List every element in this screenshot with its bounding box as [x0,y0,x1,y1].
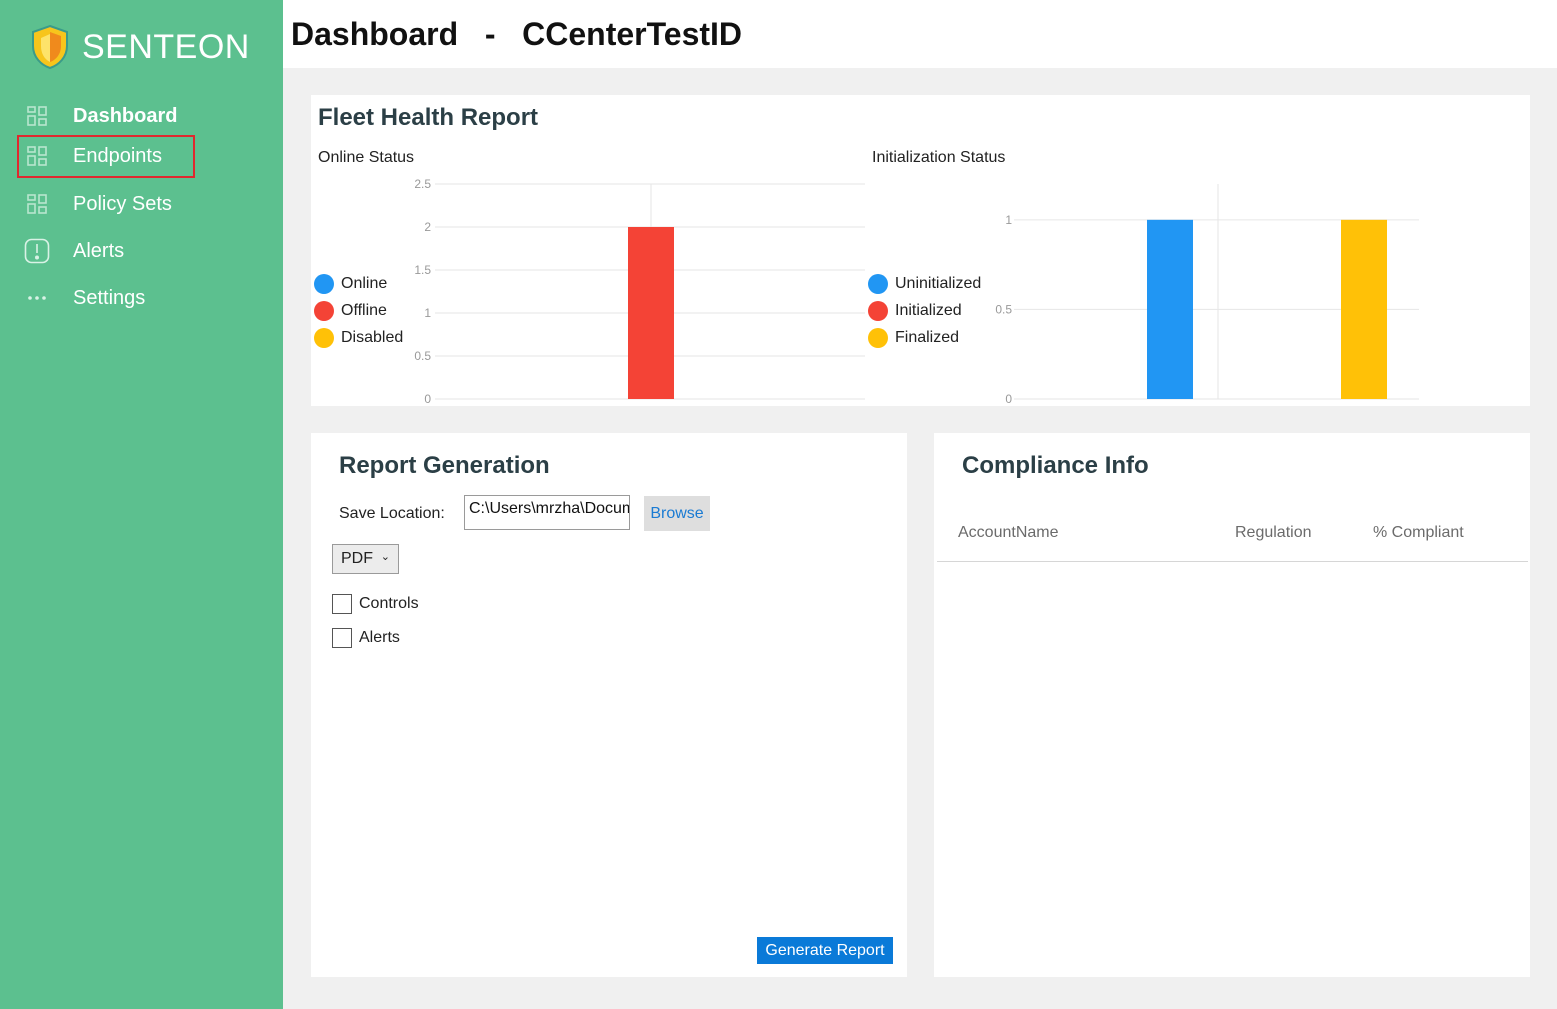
header-bar: Dashboard - CCenterTestID [283,0,1557,68]
alert-icon [24,238,50,264]
y-tick-label: 0 [1005,392,1012,406]
compliance-info-card: Compliance Info AccountName Regulation %… [934,433,1530,977]
checkbox-label: Alerts [359,629,400,646]
report-generation-title: Report Generation [339,452,550,479]
alerts-checkbox-row[interactable]: Alerts [332,628,400,648]
page-title: Dashboard - CCenterTestID [291,16,743,52]
browse-button[interactable]: Browse [644,496,710,531]
grid-icon [24,191,50,217]
compliance-info-title: Compliance Info [962,452,1149,479]
sidebar-item-alerts[interactable]: Alerts [24,233,124,269]
y-tick-label: 1 [1005,213,1012,227]
chevron-down-icon: ⌄ [380,551,390,563]
sidebar-item-label: Settings [73,286,146,309]
fleet-health-card: Fleet Health Report Online Status Initia… [311,95,1530,406]
table-header-divider [937,561,1528,562]
report-generation-card: Report Generation Save Location: C:\User… [311,433,907,977]
sidebar-item-dashboard[interactable]: Dashboard [24,98,177,134]
controls-checkbox-row[interactable]: Controls [332,594,419,614]
format-value: PDF [341,550,373,567]
sidebar-item-label: Policy Sets [73,192,172,215]
brand-logo: SENTEON [30,24,250,70]
initialization-status-chart: 00.51 [995,184,1419,406]
selection-highlight [17,135,195,178]
generate-report-button[interactable]: Generate Report [757,937,893,964]
format-dropdown[interactable]: PDF ⌄ [332,544,399,574]
alerts-checkbox[interactable] [332,628,352,648]
grid-icon [24,103,50,129]
shield-logo-icon [32,24,68,70]
sidebar-item-settings[interactable]: Settings [24,280,145,316]
brand-name: SENTEON [82,27,250,66]
column-header-compliant[interactable]: % Compliant [1373,524,1464,542]
controls-checkbox[interactable] [332,594,352,614]
checkbox-label: Controls [359,595,419,612]
bar-finalized [1341,219,1387,399]
y-tick-label: 0.5 [995,302,1012,316]
sidebar-item-policy-sets[interactable]: Policy Sets [24,186,172,222]
more-icon [24,285,50,311]
bar-uninitialized [1147,219,1193,399]
sidebar-item-label: Alerts [73,239,125,262]
sidebar: SENTEON Dashboard Endpoints Policy Sets … [0,0,283,1009]
column-header-regulation[interactable]: Regulation [1235,524,1312,542]
save-location-label: Save Location: [339,505,445,522]
save-location-input[interactable]: C:\Users\mrzha\Documents [464,495,630,530]
sidebar-item-label: Dashboard [73,104,178,127]
column-header-account-name[interactable]: AccountName [958,524,1059,542]
